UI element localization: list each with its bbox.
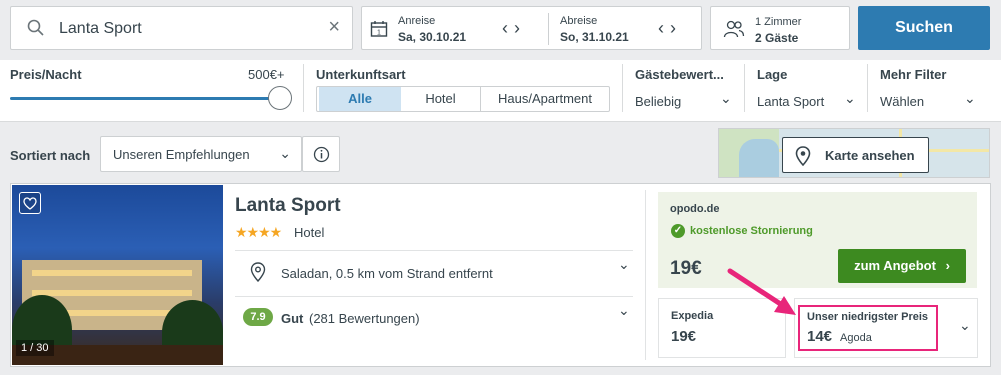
checkin-value[interactable]: Sa, 30.10.21 xyxy=(398,30,466,44)
rooms-guests-selector[interactable]: 1 Zimmer 2 Gäste xyxy=(710,6,850,50)
clear-icon[interactable]: × xyxy=(328,16,340,39)
type-filter-title: Unterkunftsart xyxy=(316,67,406,82)
star-rating: ★★★★ xyxy=(235,224,282,240)
view-deal-label: zum Angebot xyxy=(854,258,936,273)
heart-icon xyxy=(23,197,37,210)
chevron-down-icon[interactable]: ⌄ xyxy=(618,256,630,273)
checkin-label: Anreise xyxy=(398,15,436,27)
checkout-label: Abreise xyxy=(560,15,598,27)
rating-count[interactable]: (281 Bewertungen) xyxy=(309,311,420,326)
chevron-down-icon[interactable]: ⌄ xyxy=(959,317,971,334)
chevron-right-icon: › xyxy=(945,258,950,273)
highlight-arrow-icon xyxy=(727,268,796,315)
more-filter-title: Mehr Filter xyxy=(880,67,947,82)
type-option-all[interactable]: Alle xyxy=(319,87,401,111)
divider xyxy=(235,296,633,297)
map-view-button[interactable]: Karte ansehen xyxy=(782,137,929,173)
guests-count: 2 Gäste xyxy=(755,31,799,45)
chevron-down-icon[interactable]: ⌄ xyxy=(844,90,856,107)
search-icon xyxy=(27,19,44,36)
search-button[interactable]: Suchen xyxy=(858,6,990,50)
divider xyxy=(744,64,745,112)
sort-select[interactable]: Unseren Empfehlungen ⌄ xyxy=(100,136,302,172)
offer-price: 14€ xyxy=(807,328,833,345)
lowest-price-highlight: Unser niedrigster Preis 14€ Agoda xyxy=(798,305,938,351)
rooms-count: 1 Zimmer xyxy=(755,16,802,28)
checkmark-icon: ✓ xyxy=(671,224,685,238)
hotel-location: Saladan, 0.5 km vom Strand entfernt xyxy=(281,266,493,281)
location-pin-icon xyxy=(250,262,266,282)
type-segmented-control: Alle Hotel Haus/Apartment xyxy=(316,86,610,112)
price-filter-title: Preis/Nacht xyxy=(10,67,82,82)
offer-provider: opodo.de xyxy=(670,203,720,215)
rating-word: Gut xyxy=(281,311,304,326)
lowest-price-label: Unser niedrigster Preis xyxy=(807,311,929,323)
divider xyxy=(235,250,633,251)
date-divider xyxy=(548,13,549,45)
free-cancellation-label: kostenlose Stornierung xyxy=(690,225,813,237)
price-slider-handle[interactable] xyxy=(268,86,292,110)
price-slider-track[interactable] xyxy=(10,97,280,100)
destination-search-input[interactable]: Lanta Sport × xyxy=(10,6,353,50)
map-water xyxy=(739,139,779,177)
checkout-value[interactable]: So, 31.10.21 xyxy=(560,30,629,44)
sort-value: Unseren Empfehlungen xyxy=(113,147,250,162)
type-option-house[interactable]: Haus/Apartment xyxy=(481,87,609,111)
rating-score-badge: 7.9 xyxy=(243,308,273,326)
date-picker[interactable]: 1 Anreise Sa, 30.10.21 ‹› Abreise So, 31… xyxy=(361,6,702,50)
guests-icon xyxy=(723,20,745,38)
divider xyxy=(645,190,646,360)
divider xyxy=(622,64,623,112)
chevron-down-icon: ⌄ xyxy=(279,145,291,161)
svg-text:1: 1 xyxy=(377,30,381,37)
map-pin-icon xyxy=(795,146,811,166)
chevron-down-icon[interactable]: ⌄ xyxy=(720,90,732,107)
offer-price: 19€ xyxy=(670,258,702,279)
rating-filter-title: Gästebewert... xyxy=(635,67,724,82)
photo-counter: 1 / 30 xyxy=(16,340,54,356)
offer-provider: Agoda xyxy=(840,332,872,344)
favorite-button[interactable] xyxy=(19,192,41,214)
offer-provider: Expedia xyxy=(671,310,714,322)
chevron-down-icon[interactable]: ⌄ xyxy=(964,90,976,107)
divider xyxy=(303,64,304,112)
checkout-arrows-icon[interactable]: ‹› xyxy=(658,18,682,39)
more-filter-value[interactable]: Wählen xyxy=(880,94,924,109)
photo-lights xyxy=(32,270,192,276)
photo-lights xyxy=(32,290,192,296)
map-button-label: Karte ansehen xyxy=(825,148,915,163)
hotel-photo[interactable] xyxy=(12,185,223,365)
hotel-type: Hotel xyxy=(294,225,325,240)
search-value[interactable]: Lanta Sport xyxy=(59,20,142,38)
location-filter-value[interactable]: Lanta Sport xyxy=(757,94,824,109)
divider xyxy=(867,64,868,112)
info-icon xyxy=(313,146,330,163)
sort-info-button[interactable] xyxy=(302,136,340,172)
type-option-hotel[interactable]: Hotel xyxy=(401,87,481,111)
sort-label: Sortiert nach xyxy=(10,148,91,163)
checkin-arrows-icon[interactable]: ‹› xyxy=(502,18,526,39)
calendar-icon: 1 xyxy=(370,21,388,37)
rating-filter-value[interactable]: Beliebig xyxy=(635,94,681,109)
view-deal-button[interactable]: zum Angebot › xyxy=(838,249,966,283)
location-filter-title: Lage xyxy=(757,67,788,82)
hotel-name[interactable]: Lanta Sport xyxy=(235,195,341,217)
offer-price: 19€ xyxy=(671,328,697,345)
chevron-down-icon[interactable]: ⌄ xyxy=(618,302,630,319)
filter-bar: Preis/Nacht 500€+ Unterkunftsart Alle Ho… xyxy=(0,60,1001,122)
price-max-label: 500€+ xyxy=(248,67,285,82)
